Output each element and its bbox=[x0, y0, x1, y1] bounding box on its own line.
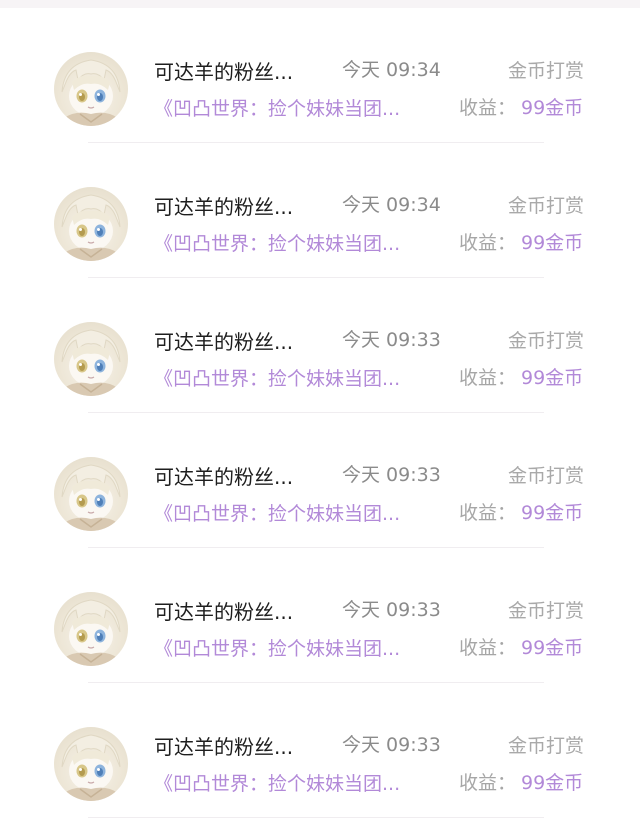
timestamp: 今天 09:33 bbox=[342, 329, 441, 351]
avatar-icon[interactable] bbox=[54, 322, 128, 396]
earnings-value: 99金币 bbox=[521, 637, 584, 659]
earnings-label: 收益： bbox=[459, 367, 517, 389]
list-item[interactable]: 可达羊的粉丝... 今天 09:33 金币打赏 《凹凸世界：捡个妹妹当团... … bbox=[0, 413, 640, 548]
timestamp: 今天 09:33 bbox=[342, 599, 441, 621]
sender-name: 可达羊的粉丝... bbox=[154, 465, 294, 489]
earnings-label: 收益： bbox=[459, 637, 517, 659]
avatar-icon[interactable] bbox=[54, 187, 128, 261]
avatar-icon[interactable] bbox=[54, 52, 128, 126]
timestamp: 今天 09:34 bbox=[342, 194, 441, 216]
reward-type: 金币打赏 bbox=[507, 330, 584, 352]
timestamp: 今天 09:33 bbox=[342, 464, 441, 486]
avatar-icon[interactable] bbox=[54, 592, 128, 666]
list-item[interactable]: 可达羊的粉丝... 今天 09:34 金币打赏 《凹凸世界：捡个妹妹当团... … bbox=[0, 8, 640, 143]
earnings-label: 收益： bbox=[459, 97, 517, 119]
divider bbox=[88, 817, 544, 818]
reward-type: 金币打赏 bbox=[507, 195, 584, 217]
timestamp: 今天 09:33 bbox=[342, 734, 441, 756]
sender-name: 可达羊的粉丝... bbox=[154, 60, 294, 84]
avatar-icon[interactable] bbox=[54, 727, 128, 801]
reward-type: 金币打赏 bbox=[507, 465, 584, 487]
reward-type: 金币打赏 bbox=[507, 735, 584, 757]
sender-name: 可达羊的粉丝... bbox=[154, 600, 294, 624]
sender-name: 可达羊的粉丝... bbox=[154, 330, 294, 354]
timestamp: 今天 09:34 bbox=[342, 59, 441, 81]
sender-name: 可达羊的粉丝... bbox=[154, 195, 294, 219]
sender-name: 可达羊的粉丝... bbox=[154, 735, 294, 759]
earnings-value: 99金币 bbox=[521, 502, 584, 524]
book-title-link[interactable]: 《凹凸世界：捡个妹妹当团... bbox=[154, 637, 450, 661]
reward-type: 金币打赏 bbox=[507, 600, 584, 622]
reward-type: 金币打赏 bbox=[507, 60, 584, 82]
earnings-value: 99金币 bbox=[521, 367, 584, 389]
book-title-link[interactable]: 《凹凸世界：捡个妹妹当团... bbox=[154, 97, 450, 121]
earnings-label: 收益： bbox=[459, 502, 517, 524]
earnings-value: 99金币 bbox=[521, 232, 584, 254]
book-title-link[interactable]: 《凹凸世界：捡个妹妹当团... bbox=[154, 232, 450, 256]
list-item[interactable]: 可达羊的粉丝... 今天 09:33 金币打赏 《凹凸世界：捡个妹妹当团... … bbox=[0, 683, 640, 818]
list-item[interactable]: 可达羊的粉丝... 今天 09:33 金币打赏 《凹凸世界：捡个妹妹当团... … bbox=[0, 548, 640, 683]
book-title-link[interactable]: 《凹凸世界：捡个妹妹当团... bbox=[154, 367, 450, 391]
list-item[interactable]: 可达羊的粉丝... 今天 09:33 金币打赏 《凹凸世界：捡个妹妹当团... … bbox=[0, 278, 640, 413]
earnings-label: 收益： bbox=[459, 232, 517, 254]
top-strip bbox=[0, 0, 640, 8]
avatar-icon[interactable] bbox=[54, 457, 128, 531]
earnings-value: 99金币 bbox=[521, 772, 584, 794]
book-title-link[interactable]: 《凹凸世界：捡个妹妹当团... bbox=[154, 502, 450, 526]
list-item[interactable]: 可达羊的粉丝... 今天 09:34 金币打赏 《凹凸世界：捡个妹妹当团... … bbox=[0, 143, 640, 278]
earnings-value: 99金币 bbox=[521, 97, 584, 119]
earnings-label: 收益： bbox=[459, 772, 517, 794]
book-title-link[interactable]: 《凹凸世界：捡个妹妹当团... bbox=[154, 772, 450, 796]
